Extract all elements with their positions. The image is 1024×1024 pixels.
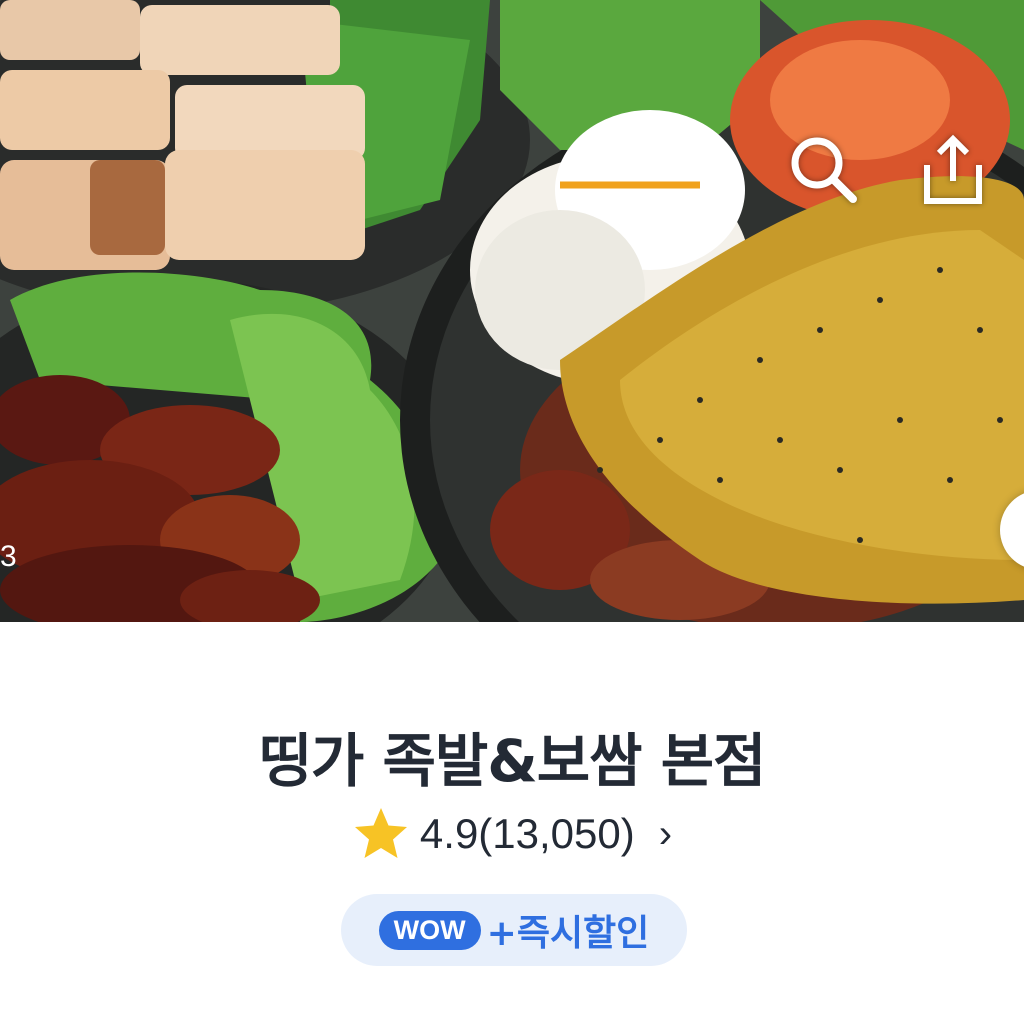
share-button[interactable] (908, 126, 998, 216)
rating-text: 4.9(13,050) (419, 810, 635, 857)
promo-badge[interactable]: WOW +즉시할인 (341, 894, 687, 966)
store-info: 띵가 족발&보쌈 본점 4.9(13,050) › WOW +즉시할인 (0, 622, 1024, 1024)
search-icon (791, 137, 857, 203)
star-icon (354, 808, 407, 858)
rating-row[interactable]: 4.9(13,050) › (0, 806, 1024, 862)
photo-counter: 3 (0, 540, 17, 573)
promo-label: +즉시할인 (486, 913, 650, 954)
chevron-right-icon: › (658, 811, 673, 856)
store-name: 띵가 족발&보쌈 본점 (258, 727, 767, 795)
store-hero-photo[interactable]: 3 (0, 0, 1024, 622)
share-icon (924, 134, 982, 204)
food-photo (0, 0, 1024, 622)
wow-badge: WOW (378, 910, 481, 950)
search-button[interactable] (780, 126, 870, 216)
